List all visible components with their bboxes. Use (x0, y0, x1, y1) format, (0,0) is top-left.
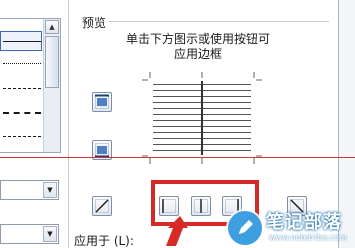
line-style-list[interactable]: ▲ (0, 18, 61, 153)
line-style-scrollbar[interactable]: ▲ (43, 19, 60, 152)
preview-group-title: 预览 (82, 16, 107, 30)
line-style-long-dash[interactable] (3, 136, 41, 137)
pen-icon (239, 220, 253, 234)
border-top-button[interactable] (92, 92, 112, 112)
border-top-icon (95, 94, 109, 109)
apply-to-label: 应用于 (L): (74, 234, 134, 248)
line-style-dash-dot[interactable] (3, 112, 41, 114)
watermark-logo (228, 211, 262, 245)
watermark-title: 笔记部落 (266, 212, 342, 233)
border-bottom-icon (95, 143, 109, 158)
panel-divider (68, 0, 69, 248)
preview-hint: 单击下方图示或使用按钮可 应用边框 (100, 32, 296, 62)
watermark-url: www.notetribe.com (269, 233, 347, 242)
preview-inside-border (201, 81, 203, 155)
chevron-down-icon[interactable]: ▼ (43, 226, 57, 242)
diagonal-up-button[interactable] (92, 196, 112, 216)
chevron-down-icon[interactable]: ▼ (43, 182, 57, 198)
scroll-up-button[interactable]: ▲ (45, 20, 59, 34)
width-combo[interactable]: ▼ (0, 224, 59, 244)
group-divider (108, 21, 329, 22)
diagonal-up-icon (95, 199, 109, 213)
scroll-thumb[interactable] (45, 36, 59, 88)
pointer-arrow-icon (166, 216, 188, 246)
border-preview[interactable] (142, 72, 262, 164)
line-style-dotted[interactable] (3, 63, 41, 64)
line-style-dashed[interactable] (3, 88, 41, 89)
watermark: 笔记部落 www.notetribe.com (228, 205, 353, 246)
line-style-solid[interactable] (3, 41, 41, 42)
color-combo[interactable]: ▼ (0, 180, 59, 200)
preview-hint-line2: 应用边框 (173, 47, 222, 61)
red-guide-line (0, 157, 355, 158)
preview-hint-line1: 单击下方图示或使用按钮可 (125, 32, 270, 46)
